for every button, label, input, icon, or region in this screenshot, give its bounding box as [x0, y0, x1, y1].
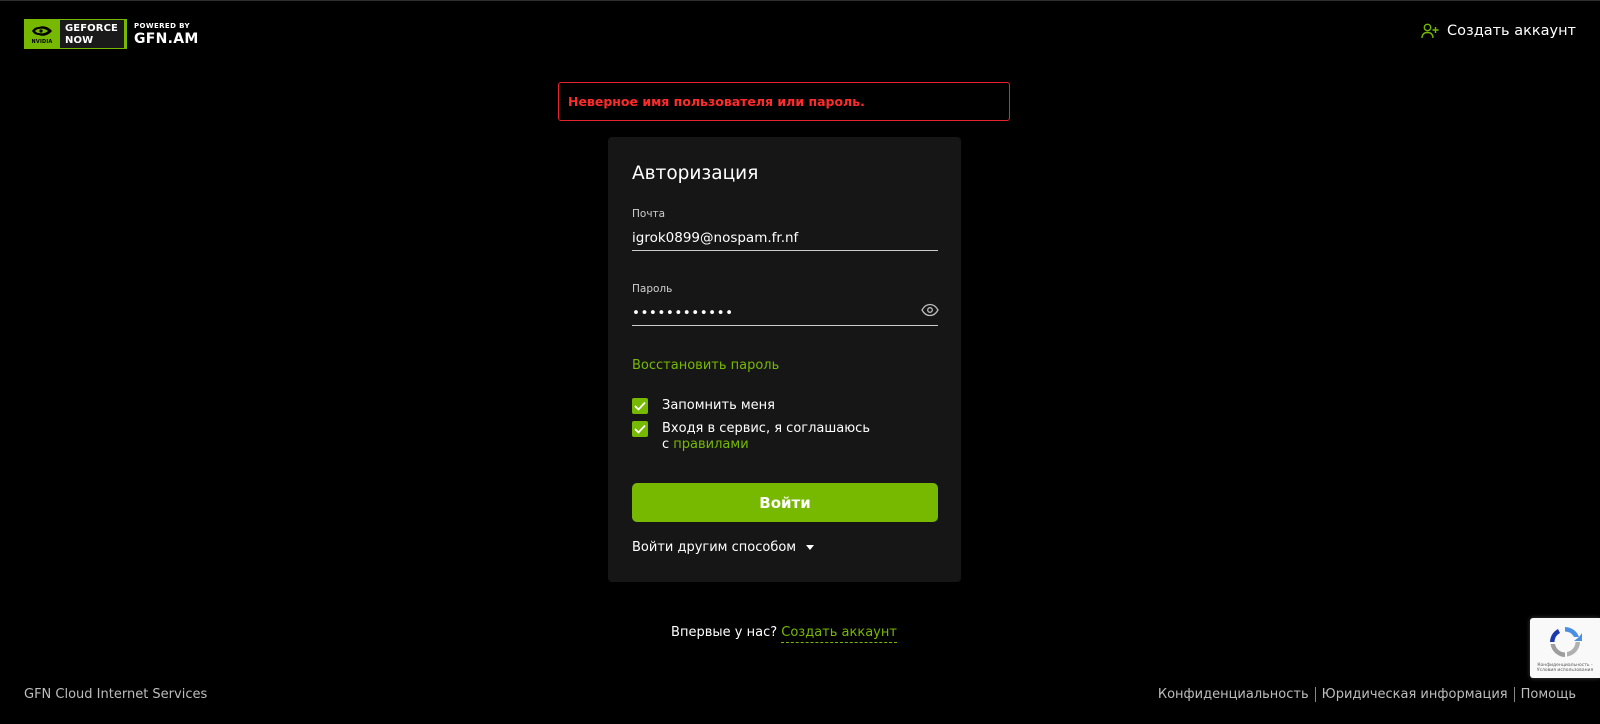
agree-terms-text: Входя в сервис, я соглашаюсь с правилами: [662, 421, 870, 453]
agree-terms-row: Входя в сервис, я соглашаюсь с правилами: [632, 421, 870, 453]
logo-divider: [124, 19, 127, 49]
agree-terms-prefix: с: [662, 437, 670, 452]
signup-prompt-text: Впервые у нас?: [671, 625, 778, 640]
now-text: NOW: [65, 34, 94, 46]
other-login-label: Войти другим способом: [632, 540, 797, 555]
signup-prompt: Впервые у нас? Создать аккаунт: [0, 625, 1568, 643]
geforce-now-wordmark: GEFORCE NOW: [60, 19, 125, 49]
site-logo[interactable]: NVIDIA GEFORCE NOW POWERED BY GFN.AM: [24, 19, 199, 49]
brand-text: GFN.AM: [133, 30, 199, 47]
rules-link[interactable]: правилами: [673, 437, 748, 452]
error-banner: Неверное имя пользователя или пароль.: [558, 82, 1010, 121]
forgot-password-link[interactable]: Восстановить пароль: [632, 358, 779, 373]
header-create-account-link[interactable]: Создать аккаунт: [1421, 23, 1576, 39]
footer-company: GFN Cloud Internet Services: [24, 687, 208, 702]
nvidia-badge: NVIDIA: [24, 19, 60, 49]
remember-me-row: Запомнить меня: [632, 398, 775, 414]
nvidia-eye-icon: [32, 26, 52, 36]
recaptcha-badge[interactable]: Конфиденциальность - Условия использован…: [1530, 618, 1600, 678]
agree-terms-label: Входя в сервис, я соглашаюсь: [662, 421, 870, 436]
login-card: Авторизация Почта Пароль Восстановить па…: [608, 137, 961, 582]
caret-down-icon: [806, 545, 815, 550]
footer-separator: [1513, 687, 1515, 702]
nvidia-text: NVIDIA: [31, 39, 53, 45]
footer-links: Конфиденциальность Юридическая информаци…: [1158, 687, 1576, 702]
user-plus-icon: [1421, 23, 1439, 39]
powered-by-text: POWERED BY: [133, 21, 190, 30]
footer-link-privacy[interactable]: Конфиденциальность: [1158, 687, 1309, 702]
signup-link[interactable]: Создать аккаунт: [781, 625, 897, 643]
remember-me-label: Запомнить меня: [662, 398, 776, 413]
error-message: Неверное имя пользователя или пароль.: [568, 94, 865, 109]
geforce-text: GEFORCE: [65, 22, 118, 34]
powered-by-block: POWERED BY GFN.AM: [134, 19, 199, 49]
email-field[interactable]: [632, 225, 938, 251]
footer-link-help[interactable]: Помощь: [1521, 687, 1576, 702]
agree-terms-checkbox[interactable]: [632, 421, 648, 437]
other-login-method-dropdown[interactable]: Войти другим способом: [632, 540, 815, 555]
show-password-icon[interactable]: [921, 303, 939, 317]
login-button[interactable]: Войти: [632, 483, 938, 522]
email-label: Почта: [632, 208, 666, 220]
remember-me-checkbox[interactable]: [632, 398, 648, 414]
login-title: Авторизация: [632, 163, 759, 184]
recaptcha-icon: [1550, 627, 1582, 657]
password-label: Пароль: [632, 283, 673, 295]
check-icon: [634, 401, 646, 411]
footer-link-legal[interactable]: Юридическая информация: [1322, 687, 1508, 702]
footer-separator: [1314, 687, 1316, 702]
password-field[interactable]: [632, 300, 938, 326]
recaptcha-text: Конфиденциальность - Условия использован…: [1536, 663, 1594, 673]
check-icon: [634, 424, 646, 434]
header-create-account-label: Создать аккаунт: [1446, 23, 1576, 39]
